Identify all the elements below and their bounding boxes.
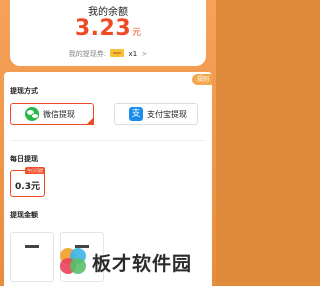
withdraw-page: 我的余额 3.23元 我的提现券: x1 > 规则 提现方式 微信提现 支付宝提… [0,0,216,286]
watermark-text: 板才软件园 [92,253,193,275]
balance-card: 我的余额 3.23元 我的提现券: x1 > [10,0,206,66]
voucher-ticket-icon [110,49,125,57]
alipay-icon [129,107,143,121]
balance-amount: 3.23 [74,16,132,41]
alipay-withdraw-button[interactable]: 支付宝提现 [114,103,198,125]
balance-amount-row: 3.23元 [10,17,206,45]
voucher-count: x1 [128,50,138,58]
watermark: 板才软件园 [58,244,208,280]
daily-withdraw-title: 每日提现 [10,155,38,163]
alipay-withdraw-label: 支付宝提现 [147,110,187,119]
today-available-badge: 今日可提 [25,167,45,174]
wechat-withdraw-button[interactable]: 微信提现 [10,103,94,125]
wechat-icon [25,107,39,121]
rules-button[interactable]: 规则 [191,74,212,85]
voucher-link[interactable]: 我的提现券: x1 > [10,49,206,59]
selected-check-icon [86,117,94,125]
daily-amount-option[interactable]: 今日可提 0.3元 [10,167,45,197]
amount-option[interactable] [10,232,54,282]
wechat-withdraw-label: 微信提现 [43,110,75,119]
voucher-label: 我的提现券: [68,50,107,58]
daily-amount-label: 0.3元 [15,182,40,192]
balance-unit: 元 [132,28,142,38]
amount-value-partial [25,245,39,248]
section-divider [10,140,206,141]
withdraw-amount-title: 提现金额 [10,211,38,219]
chevron-right-icon: > [141,50,148,58]
watermark-logo-icon [60,248,86,274]
withdraw-method-title: 提现方式 [10,87,38,95]
